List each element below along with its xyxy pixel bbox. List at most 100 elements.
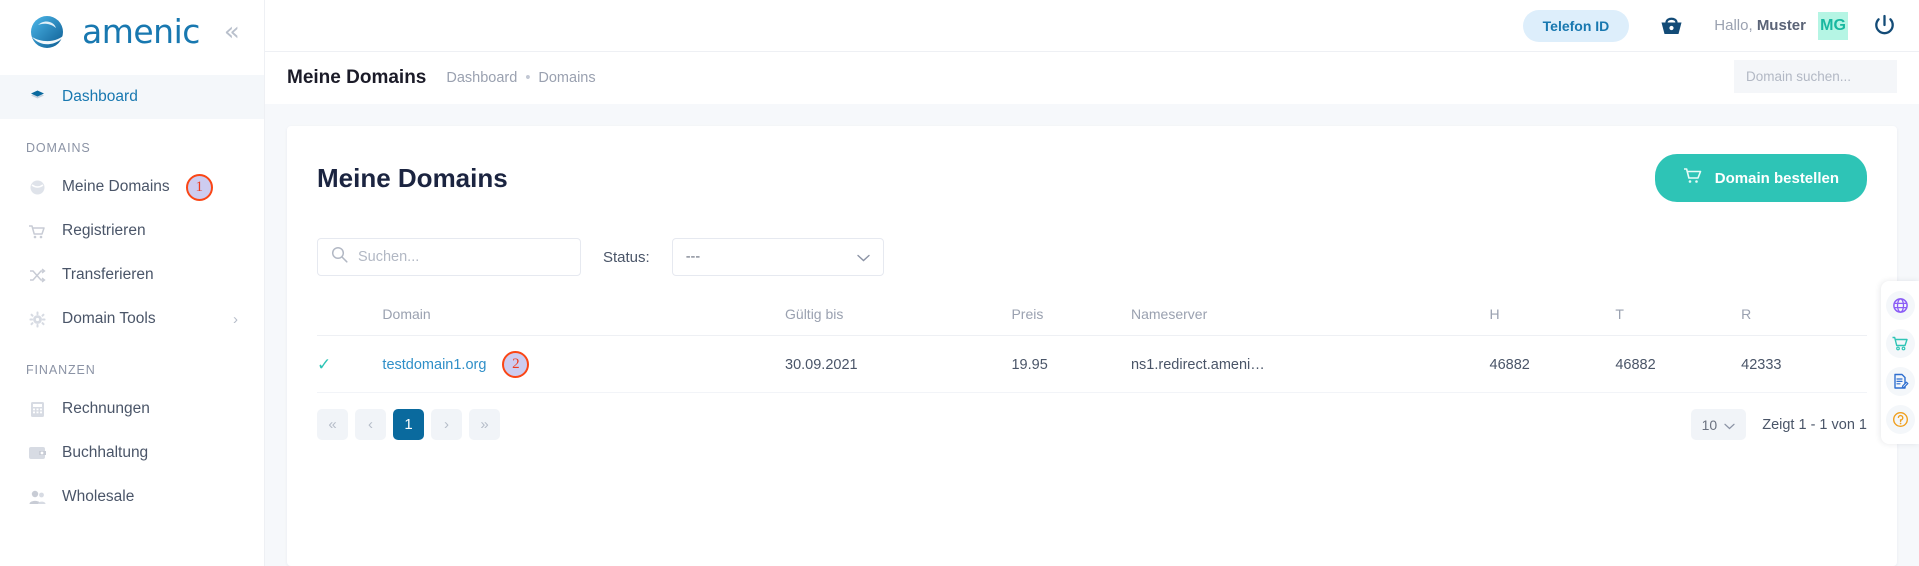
sidebar-item-transferieren[interactable]: Transferieren: [0, 253, 264, 297]
globe-icon: [26, 179, 48, 196]
showing-text: Zeigt 1 - 1 von 1: [1762, 416, 1867, 433]
domain-search-input[interactable]: [1746, 69, 1919, 84]
rail-help-circle-icon[interactable]: [1885, 405, 1915, 434]
users-icon: [26, 489, 48, 505]
table-search-input[interactable]: [358, 249, 567, 265]
row-r-cell: 42333: [1741, 335, 1867, 393]
gear-icon: [26, 311, 48, 328]
sidebar-item-buchhaltung[interactable]: Buchhaltung: [0, 431, 264, 475]
shuffle-icon: [26, 267, 48, 284]
amenic-logo-icon: [26, 11, 72, 53]
pagination-last[interactable]: »: [469, 409, 500, 440]
per-page-select[interactable]: 10: [1690, 409, 1747, 440]
th-t[interactable]: T: [1615, 306, 1742, 336]
breadcrumb-current: Domains: [538, 70, 596, 86]
status-filter-select[interactable]: ---: [671, 238, 884, 276]
card-title: Meine Domains: [317, 162, 508, 193]
th-price[interactable]: Preis: [1011, 306, 1131, 336]
th-nameserver[interactable]: Nameserver: [1130, 306, 1490, 336]
sidebar-item-label: Rechnungen: [62, 400, 150, 417]
pagination-next[interactable]: ›: [431, 409, 462, 440]
domain-bestellen-button[interactable]: Domain bestellen: [1654, 154, 1867, 202]
subbar: Meine Domains Dashboard • Domains: [265, 52, 1919, 104]
table-search-box[interactable]: [317, 238, 581, 276]
sidebar-item-dashboard[interactable]: Dashboard: [0, 75, 264, 119]
table-body: ✓ testdomain1.org 2 30.09.2021 19.95 ns1…: [317, 335, 1867, 393]
sidebar-item-registrieren[interactable]: Registrieren: [0, 209, 264, 253]
rail-cart-icon[interactable]: [1885, 329, 1915, 358]
greeting: Hallo, Muster: [1714, 17, 1806, 34]
brand-name: amenic: [82, 12, 200, 51]
table-row[interactable]: ✓ testdomain1.org 2 30.09.2021 19.95 ns1…: [317, 335, 1867, 393]
annotation-marker-2: 2: [502, 351, 530, 378]
sidebar: amenic « Dashboard DOMAINS Meine Domains…: [0, 0, 265, 566]
sidebar-item-domain-tools[interactable]: Domain Tools ›: [0, 297, 264, 341]
per-page-value: 10: [1701, 416, 1718, 433]
row-h-cell: 46882: [1489, 335, 1616, 393]
row-check-cell[interactable]: ✓: [317, 335, 383, 393]
domains-table: Domain Gültig bis Preis Nameserver H T R: [317, 306, 1867, 393]
pagination-page-1[interactable]: 1: [393, 409, 424, 440]
app-root: amenic « Dashboard DOMAINS Meine Domains…: [0, 0, 1919, 566]
main-area: Telefon ID Hallo, Muster MG Meine Domain…: [265, 0, 1919, 566]
domain-link[interactable]: testdomain1.org: [382, 357, 486, 373]
header-domain-search[interactable]: [1734, 60, 1919, 93]
row-domain-cell: testdomain1.org 2: [382, 335, 786, 393]
sidebar-item-label: Transferieren: [62, 266, 154, 283]
greeting-name: Muster: [1756, 17, 1806, 34]
chevron-down-icon: [857, 250, 870, 265]
diamond-icon: [26, 89, 48, 106]
status-filter-value: ---: [685, 249, 701, 265]
sidebar-item-wholesale[interactable]: Wholesale: [0, 475, 264, 519]
topbar: Telefon ID Hallo, Muster MG: [265, 0, 1919, 52]
sidebar-item-label: Buchhaltung: [62, 444, 149, 461]
basket-icon[interactable]: [1659, 14, 1684, 38]
power-icon[interactable]: [1872, 13, 1897, 38]
table-header-row: Domain Gültig bis Preis Nameserver H T R: [317, 306, 1867, 336]
sidebar-group-domains-title: DOMAINS: [26, 141, 91, 155]
annotation-marker-1: 1: [185, 173, 213, 201]
sidebar-item-label: Domain Tools: [62, 310, 156, 327]
th-valid-until[interactable]: Gültig bis: [785, 306, 1012, 336]
right-rail: [1881, 281, 1919, 444]
pagination-first[interactable]: «: [317, 409, 348, 440]
sidebar-group-finanzen-title: FINANZEN: [26, 363, 96, 377]
chevron-down-icon: [1724, 417, 1735, 433]
domains-card: Meine Domains Domain bestellen Suchen...…: [287, 126, 1897, 566]
sidebar-item-meine-domains[interactable]: Meine Domains 1: [0, 165, 264, 209]
sidebar-item-label: Dashboard: [62, 88, 138, 105]
filters-row: Status: ---: [317, 238, 1867, 276]
cart-icon: [26, 223, 48, 240]
sidebar-item-label: Wholesale: [62, 488, 135, 505]
breadcrumb-separator: •: [525, 70, 531, 86]
pagination-right: 10 Zeigt 1 - 1 von 1: [1690, 409, 1867, 440]
chevron-right-icon: ›: [233, 310, 238, 328]
pagination: « ‹ 1 › » 10 Zeigt 1 - 1 von 1: [317, 409, 1867, 440]
cart-icon: [1683, 167, 1703, 189]
search-icon: [331, 246, 348, 268]
telefon-id-button[interactable]: Telefon ID: [1522, 9, 1630, 42]
th-h[interactable]: H: [1489, 306, 1616, 336]
brand[interactable]: amenic «: [0, 0, 264, 63]
row-t-cell: 46882: [1615, 335, 1742, 393]
status-filter-label: Status:: [603, 248, 650, 266]
th-select: [317, 306, 383, 336]
domain-bestellen-label: Domain bestellen: [1714, 169, 1839, 187]
chevrons-left-icon[interactable]: «: [224, 19, 240, 45]
breadcrumb-root[interactable]: Dashboard: [446, 70, 517, 86]
row-valid-until-cell: 30.09.2021: [785, 335, 1012, 393]
check-icon: ✓: [317, 354, 332, 374]
rail-globe-icon[interactable]: [1885, 291, 1915, 320]
sidebar-item-label: Meine Domains: [62, 178, 170, 195]
card-header: Meine Domains Domain bestellen: [317, 154, 1867, 202]
th-r[interactable]: R: [1741, 306, 1867, 336]
pagination-prev[interactable]: ‹: [355, 409, 386, 440]
page-title: Meine Domains: [287, 67, 427, 88]
th-domain[interactable]: Domain: [382, 306, 786, 336]
content-area: Meine Domains Domain bestellen Suchen...…: [265, 104, 1919, 566]
pagination-pages: « ‹ 1 › »: [317, 409, 500, 440]
breadcrumb: Dashboard • Domains: [446, 70, 595, 86]
rail-document-edit-icon[interactable]: [1885, 367, 1915, 396]
sidebar-item-rechnungen[interactable]: Rechnungen: [0, 387, 264, 431]
avatar[interactable]: MG: [1818, 11, 1848, 40]
